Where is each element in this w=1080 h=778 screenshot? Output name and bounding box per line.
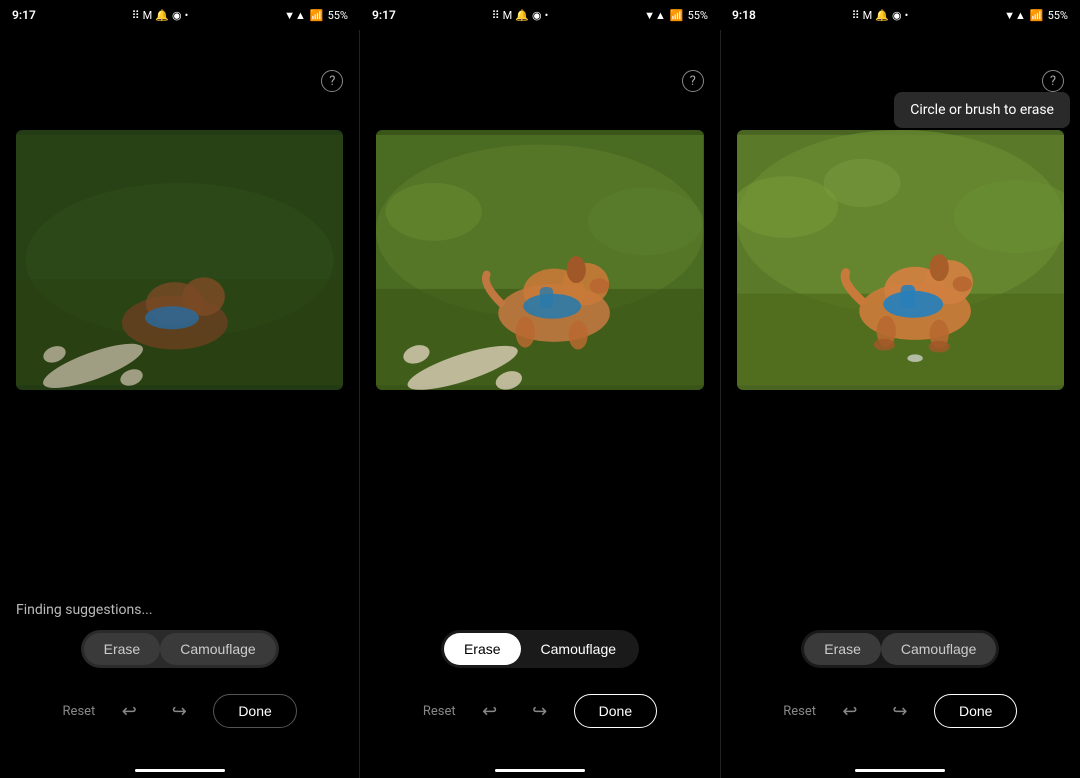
status-icons-1: ▼▲ 📶 55%	[284, 9, 348, 22]
grid-icon-2: ⠿	[492, 9, 500, 22]
question-mark-2: ?	[690, 74, 696, 89]
help-icon-3[interactable]: ?	[1042, 70, 1064, 92]
battery-2: 55%	[688, 9, 708, 22]
signal-icon-2: 📶	[670, 9, 684, 22]
wifi-icon-2: ▼▲	[644, 9, 666, 22]
center-icons-2: ⠿ M 🔔 ◉ •	[492, 9, 549, 22]
camouflage-chip-1[interactable]: Camouflage	[160, 633, 276, 665]
done-button-1[interactable]: Done	[213, 694, 296, 728]
battery-1: 55%	[328, 9, 348, 22]
redo-icon-3[interactable]: ↪	[884, 695, 916, 727]
panels-container: ?	[0, 0, 1080, 778]
mail-icon-2: M	[503, 9, 513, 22]
undo-icon-1[interactable]: ↩	[113, 695, 145, 727]
center-icons-1: ⠿ M 🔔 ◉ •	[132, 9, 189, 22]
mail-icon-1: M	[143, 9, 153, 22]
status-bar-2: 9:17 ⠿ M 🔔 ◉ • ▼▲ 📶 55%	[360, 0, 720, 30]
mail-icon-3: M	[863, 9, 873, 22]
wifi-icon-1: ▼▲	[284, 9, 306, 22]
location-icon-1: ◉	[172, 9, 182, 22]
done-button-3[interactable]: Done	[934, 694, 1017, 728]
erase-chip-1[interactable]: Erase	[84, 633, 161, 665]
toolbar-1: Reset ↩ ↪ Done	[63, 694, 297, 728]
dot-icon-1: •	[185, 9, 189, 22]
photo-1[interactable]	[16, 130, 343, 390]
finding-suggestions-text: Finding suggestions...	[0, 602, 153, 618]
question-mark-3: ?	[1050, 74, 1056, 89]
nav-line-1	[135, 769, 225, 772]
battery-3: 55%	[1048, 9, 1068, 22]
erase-chip-3[interactable]: Erase	[804, 633, 881, 665]
redo-icon-2[interactable]: ↪	[524, 695, 556, 727]
time-2: 9:17	[372, 8, 396, 22]
toolbar-3: Reset ↩ ↪ Done	[783, 694, 1017, 728]
undo-icon-3[interactable]: ↩	[834, 695, 866, 727]
dot-icon-3: •	[905, 9, 909, 22]
reset-label-2[interactable]: Reset	[423, 704, 456, 719]
chip-row-2: Erase Camouflage	[441, 630, 639, 668]
tooltip-3: Circle or brush to erase	[894, 92, 1070, 128]
help-icon-2[interactable]: ?	[682, 70, 704, 92]
photo-2[interactable]	[376, 130, 703, 390]
question-mark-1: ?	[329, 74, 335, 89]
location-icon-2: ◉	[532, 9, 542, 22]
help-icon-1[interactable]: ?	[321, 70, 343, 92]
camouflage-chip-3[interactable]: Camouflage	[881, 633, 997, 665]
bell-icon-2: 🔔	[515, 9, 529, 22]
center-icons-3: ⠿ M 🔔 ◉ •	[852, 9, 909, 22]
panel-3: ? Circle or brush to erase	[721, 30, 1080, 778]
time-1: 9:17	[12, 8, 36, 22]
tooltip-text-3: Circle or brush to erase	[910, 102, 1054, 118]
nav-line-2	[495, 769, 585, 772]
signal-icon-1: 📶	[310, 9, 324, 22]
panel-2: ?	[360, 30, 720, 778]
redo-icon-1[interactable]: ↪	[163, 695, 195, 727]
wifi-icon-3: ▼▲	[1004, 9, 1026, 22]
location-icon-3: ◉	[892, 9, 902, 22]
status-bars: 9:17 ⠿ M 🔔 ◉ • ▼▲ 📶 55% 9:17 ⠿ M 🔔 ◉ • ▼…	[0, 0, 1080, 30]
done-button-2[interactable]: Done	[574, 694, 657, 728]
status-bar-3: 9:18 ⠿ M 🔔 ◉ • ▼▲ 📶 55%	[720, 0, 1080, 30]
status-icons-2: ▼▲ 📶 55%	[644, 9, 708, 22]
chip-row-1: Erase Camouflage	[81, 630, 279, 668]
photo-3[interactable]	[737, 130, 1064, 390]
toolbar-2: Reset ↩ ↪ Done	[423, 694, 657, 728]
undo-icon-2[interactable]: ↩	[474, 695, 506, 727]
grid-icon-3: ⠿	[852, 9, 860, 22]
grid-icon-1: ⠿	[132, 9, 140, 22]
nav-line-3	[855, 769, 945, 772]
reset-label-1[interactable]: Reset	[63, 704, 96, 719]
erase-chip-2[interactable]: Erase	[444, 633, 521, 665]
dot-icon-2: •	[545, 9, 549, 22]
status-icons-3: ▼▲ 📶 55%	[1004, 9, 1068, 22]
chip-row-3: Erase Camouflage	[801, 630, 999, 668]
bell-icon-1: 🔔	[155, 9, 169, 22]
signal-icon-3: 📶	[1030, 9, 1044, 22]
status-bar-1: 9:17 ⠿ M 🔔 ◉ • ▼▲ 📶 55%	[0, 0, 360, 30]
panel-1: ?	[0, 30, 360, 778]
camouflage-chip-2[interactable]: Camouflage	[521, 633, 637, 665]
bell-icon-3: 🔔	[875, 9, 889, 22]
reset-label-3[interactable]: Reset	[783, 704, 816, 719]
time-3: 9:18	[732, 8, 756, 22]
